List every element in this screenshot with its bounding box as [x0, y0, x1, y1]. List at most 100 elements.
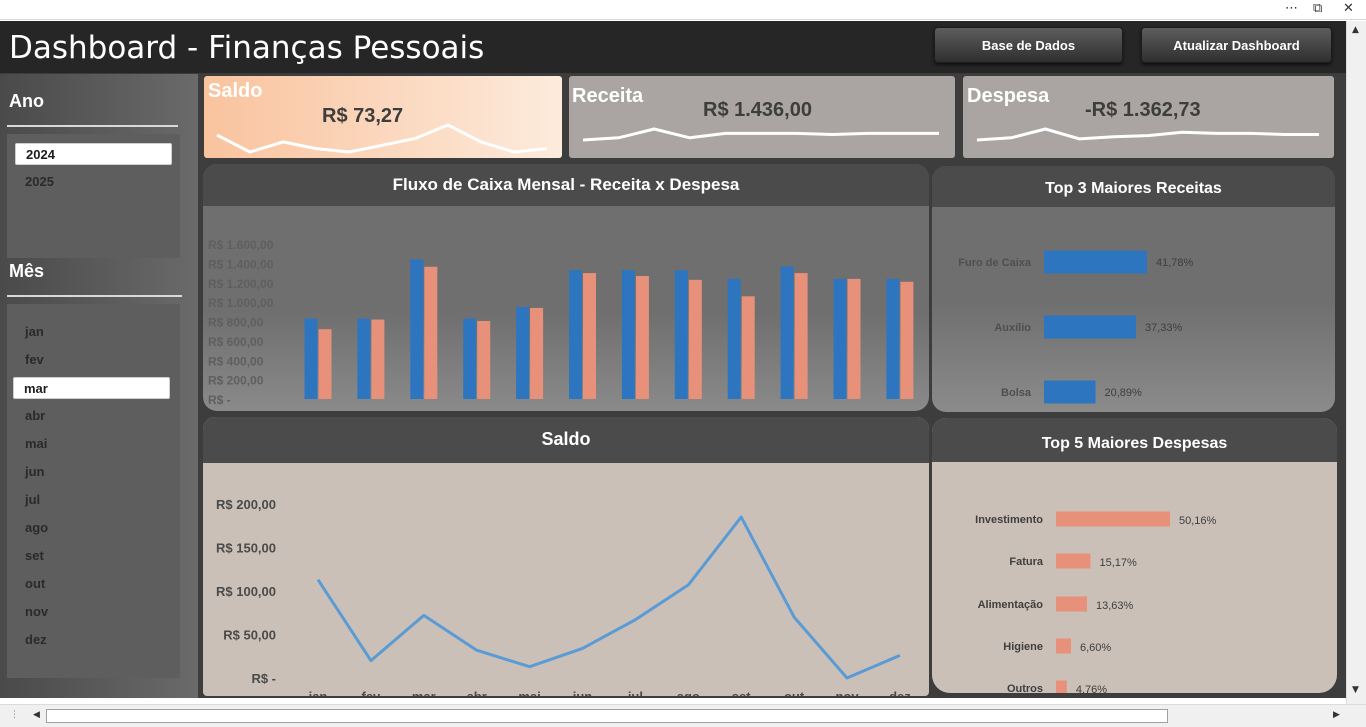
month-option-out[interactable]: out — [15, 573, 165, 595]
despesa-bar — [741, 296, 755, 399]
month-option-mai[interactable]: mai — [15, 433, 165, 455]
month-option-mar[interactable]: mar — [13, 377, 170, 399]
month-option-jul[interactable]: jul — [15, 489, 165, 511]
year-option-2025[interactable]: 2025 — [15, 171, 165, 193]
window-top-strip: ⋯ ⧉ ✕ — [0, 0, 1366, 20]
cashflow-chart: R$ - R$ 200,00 R$ 400,00 R$ 600,00 R$ 800,00… — [208, 238, 914, 411]
sparkline-series — [216, 123, 548, 154]
scroll-down-arrow-icon[interactable]: ▼ — [1352, 685, 1359, 695]
saldo-x-tick: mar — [412, 689, 436, 696]
month-divider — [7, 295, 182, 297]
hbar — [1056, 680, 1067, 693]
kpi-despesa-value: -R$ 1.362,73 — [1085, 99, 1201, 121]
cashflow-x-tick: nov — [835, 410, 859, 411]
cashflow-y-tick: R$ 1.400,00 — [208, 257, 274, 271]
scroll-up-arrow-icon[interactable]: ▲ — [1352, 25, 1359, 35]
hbar-category-label: Alimentação — [978, 599, 1044, 611]
month-option-fev[interactable]: fev — [15, 349, 165, 371]
hbar-category-label: Furo de Caixa — [958, 257, 1032, 269]
top-receitas-chart: Furo de Caixa 41,78% Auxílio 37,33% Bolsa 20,… — [958, 250, 1194, 404]
more-options-icon[interactable]: ⋯ — [1285, 1, 1298, 16]
despesa-bar — [794, 273, 808, 399]
sheet-options-icon[interactable]: ⋮ — [10, 710, 19, 720]
saldo-chart: R$ - R$ 50,00 R$ 100,00 R$ 150,00 R$ 200,00 j… — [216, 497, 911, 696]
receita-bar — [886, 278, 900, 399]
saldo-x-tick: fev — [362, 689, 382, 696]
receita-bar — [780, 266, 794, 399]
cashflow-y-tick: R$ 200,00 — [208, 374, 264, 388]
scroll-left-arrow-icon[interactable]: ◀ — [33, 710, 40, 720]
hbar-value-label: 13,63% — [1096, 600, 1134, 612]
year-divider — [7, 125, 178, 127]
vertical-scrollbar[interactable]: ▲ ▼ — [1346, 21, 1366, 704]
month-option-nov[interactable]: nov — [15, 601, 165, 623]
cashflow-y-tick: R$ 1.200,00 — [208, 277, 274, 291]
despesa-bar — [371, 319, 385, 399]
cashflow-x-tick: fev — [362, 410, 382, 411]
horizontal-scroll-thumb[interactable] — [46, 709, 1168, 723]
page-title: Dashboard - Finanças Pessoais — [9, 30, 485, 66]
saldo-x-tick: jan — [308, 689, 328, 696]
month-option-abr[interactable]: abr — [15, 405, 165, 427]
saldo-y-tick: R$ 200,00 — [216, 497, 276, 512]
restore-window-icon[interactable]: ⧉ — [1313, 1, 1322, 16]
base-de-dados-button[interactable]: Base de Dados — [934, 27, 1123, 63]
sparkline-series — [976, 127, 1319, 142]
dashboard-header: Dashboard - Finanças Pessoais Base de Da… — [0, 21, 1346, 73]
cashflow-y-tick: R$ 600,00 — [208, 335, 264, 349]
filter-sidebar: Ano 2024 2025 Mês jan fev mar abr mai jun jul ag… — [0, 74, 198, 698]
kpi-saldo-card: Saldo R$ 73,27 — [204, 76, 562, 158]
receita-bar — [410, 259, 424, 399]
saldo-panel: Saldo R$ - R$ 50,00 R$ 100,00 R$ 150,00 R$ 2… — [203, 417, 929, 696]
saldo-x-tick: jul — [627, 689, 643, 696]
cashflow-y-tick: R$ 1.600,00 — [208, 238, 274, 252]
kpi-receita-value: R$ 1.436,00 — [703, 99, 812, 121]
hbar-value-label: 20,89% — [1105, 387, 1143, 399]
saldo-y-tick: R$ 150,00 — [216, 541, 276, 556]
top-despesas-chart: Investimento 50,16% Fatura 15,17% Alimentaçã… — [975, 511, 1217, 693]
excel-dashboard-window: ⋯ ⧉ ✕ Dashboard - Finanças Pessoais Base… — [0, 0, 1366, 727]
despesa-bar — [530, 307, 544, 399]
cashflow-x-tick: mai — [518, 410, 540, 411]
receita-bar — [833, 278, 847, 399]
close-window-icon[interactable]: ✕ — [1343, 1, 1354, 16]
month-option-set[interactable]: set — [15, 545, 165, 567]
scroll-right-arrow-icon[interactable]: ▶ — [1333, 710, 1340, 720]
year-slicer: 2024 2025 — [7, 134, 180, 258]
horizontal-scrollbar[interactable]: ⋮ ◀ ▶ — [0, 704, 1366, 727]
month-option-dez[interactable]: dez — [15, 629, 165, 651]
month-option-jun[interactable]: jun — [15, 461, 165, 483]
receita-bar — [357, 318, 371, 399]
year-option-2024[interactable]: 2024 — [15, 143, 172, 165]
saldo-line — [316, 515, 901, 680]
cashflow-y-tick: R$ 800,00 — [208, 316, 264, 330]
cashflow-x-tick: ago — [677, 410, 700, 411]
hbar-category-label: Auxílio — [994, 322, 1031, 334]
saldo-x-tick: dez — [889, 689, 911, 696]
receita-bar — [463, 318, 477, 399]
cashflow-x-tick: abr — [467, 410, 487, 411]
kpi-saldo-value: R$ 73,27 — [322, 105, 404, 127]
dashboard-area: Dashboard - Finanças Pessoais Base de Da… — [0, 21, 1346, 698]
hbar-value-label: 41,78% — [1156, 257, 1194, 269]
receita-bar — [569, 270, 582, 399]
cashflow-x-tick: dez — [889, 410, 911, 411]
top-despesas-panel: Top 5 Maiores Despesas Investimento 50,16… — [932, 418, 1337, 693]
hbar — [1056, 553, 1091, 569]
atualizar-dashboard-button[interactable]: Atualizar Dashboard — [1141, 27, 1332, 63]
month-option-jan[interactable]: jan — [15, 321, 165, 343]
receita-bar — [674, 270, 688, 399]
saldo-x-tick: set — [732, 689, 751, 696]
hbar — [1056, 511, 1170, 527]
hbar — [1056, 596, 1087, 612]
hbar — [1044, 380, 1096, 404]
hbar-value-label: 6,60% — [1080, 642, 1111, 654]
year-filter-heading: Ano — [9, 91, 44, 111]
hbar-category-label: Outros — [1007, 683, 1043, 693]
kpi-saldo-label: Saldo — [208, 80, 263, 102]
saldo-y-tick: R$ - — [251, 671, 276, 686]
cashflow-x-tick: jun — [572, 410, 593, 411]
hbar — [1056, 638, 1071, 654]
month-option-ago[interactable]: ago — [15, 517, 165, 539]
top-receitas-panel: Top 3 Maiores Receitas Furo de Caixa 41,7… — [932, 166, 1335, 412]
